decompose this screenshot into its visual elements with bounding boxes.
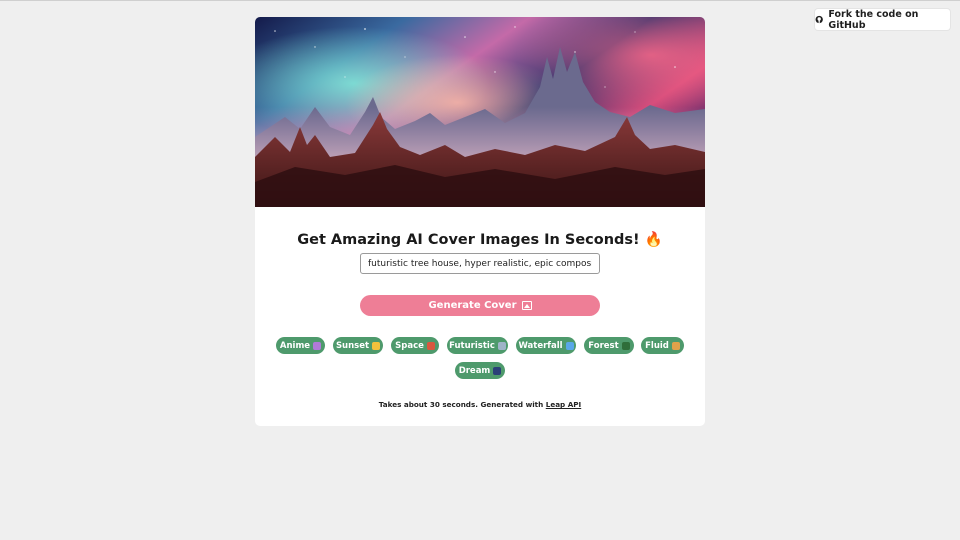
style-chip-futuristic[interactable]: Futuristic <box>447 337 508 354</box>
fork-github-label: Fork the code on GitHub <box>828 8 919 31</box>
prompt-input[interactable] <box>360 253 600 274</box>
style-chip-waterfall[interactable]: Waterfall <box>516 337 576 354</box>
style-chip-space[interactable]: Space <box>391 337 439 354</box>
style-chip-label: Fluid <box>645 340 669 351</box>
style-chip-forest[interactable]: Forest <box>584 337 634 354</box>
leap-api-link[interactable]: Leap API <box>546 400 581 409</box>
generate-cover-button[interactable]: Generate Cover <box>360 295 600 316</box>
footer-note: Takes about 30 seconds. Generated with L… <box>255 400 705 409</box>
sun-icon <box>372 341 381 350</box>
tree-icon <box>621 341 630 350</box>
style-chip-label: Futuristic <box>449 340 495 351</box>
style-chip-label: Dream <box>458 365 491 376</box>
style-chip-label: Forest <box>588 340 619 351</box>
style-chip-fluid[interactable]: Fluid <box>641 337 684 354</box>
style-chip-label: Sunset <box>335 340 370 351</box>
style-chip-sunset[interactable]: Sunset <box>333 337 383 354</box>
style-chip-label: Anime <box>279 340 311 351</box>
picture-icon <box>521 301 532 310</box>
github-icon <box>815 15 823 24</box>
style-chip-label: Space <box>395 340 424 351</box>
style-chip-anime[interactable]: Anime <box>276 337 325 354</box>
night-sky-icon <box>493 366 502 375</box>
page-title: Get Amazing AI Cover Images In Seconds! … <box>297 232 663 248</box>
cover-image <box>255 17 705 207</box>
generate-cover-label: Generate Cover <box>428 300 517 311</box>
rocket-icon <box>426 341 435 350</box>
fork-github-button[interactable]: Fork the code on GitHub <box>815 8 950 31</box>
palette-icon <box>671 341 680 350</box>
footer-text: Takes about 30 seconds. Generated with <box>378 400 546 409</box>
style-chip-label: Waterfall <box>518 340 563 351</box>
robot-icon <box>497 341 506 350</box>
droplet-icon <box>565 341 574 350</box>
style-chip-dream[interactable]: Dream <box>455 362 505 379</box>
generator-card: Get Amazing AI Cover Images In Seconds! … <box>255 17 705 426</box>
unicorn-icon <box>313 341 322 350</box>
